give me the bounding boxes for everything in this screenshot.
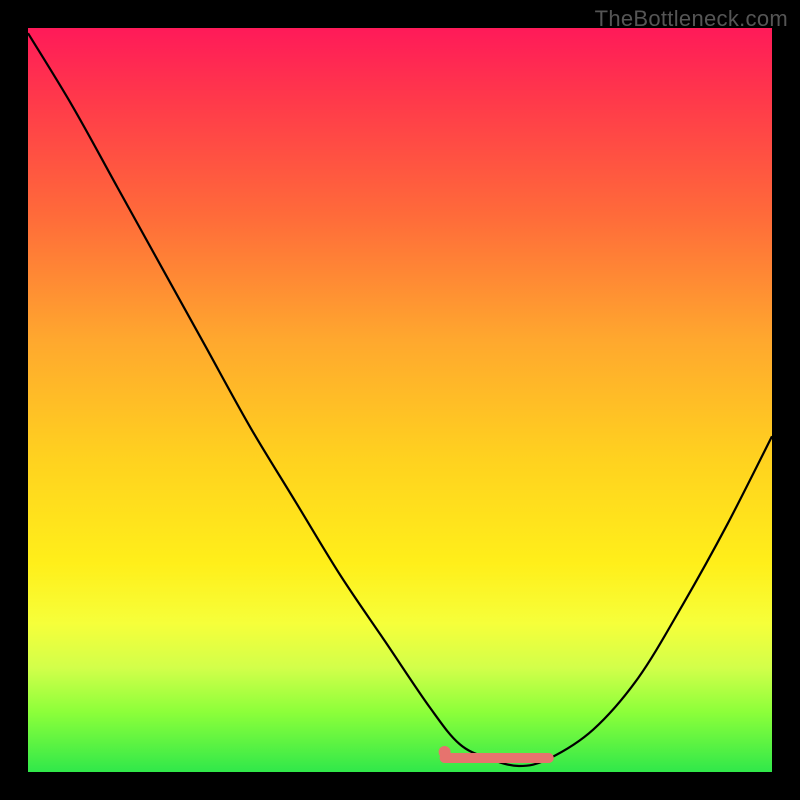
bottleneck-curve — [28, 33, 772, 766]
optimal-start-marker — [439, 746, 451, 758]
attribution-label: TheBottleneck.com — [595, 6, 788, 32]
chart-frame: TheBottleneck.com — [0, 0, 800, 800]
curve-svg — [28, 28, 772, 772]
plot-area — [28, 28, 772, 772]
